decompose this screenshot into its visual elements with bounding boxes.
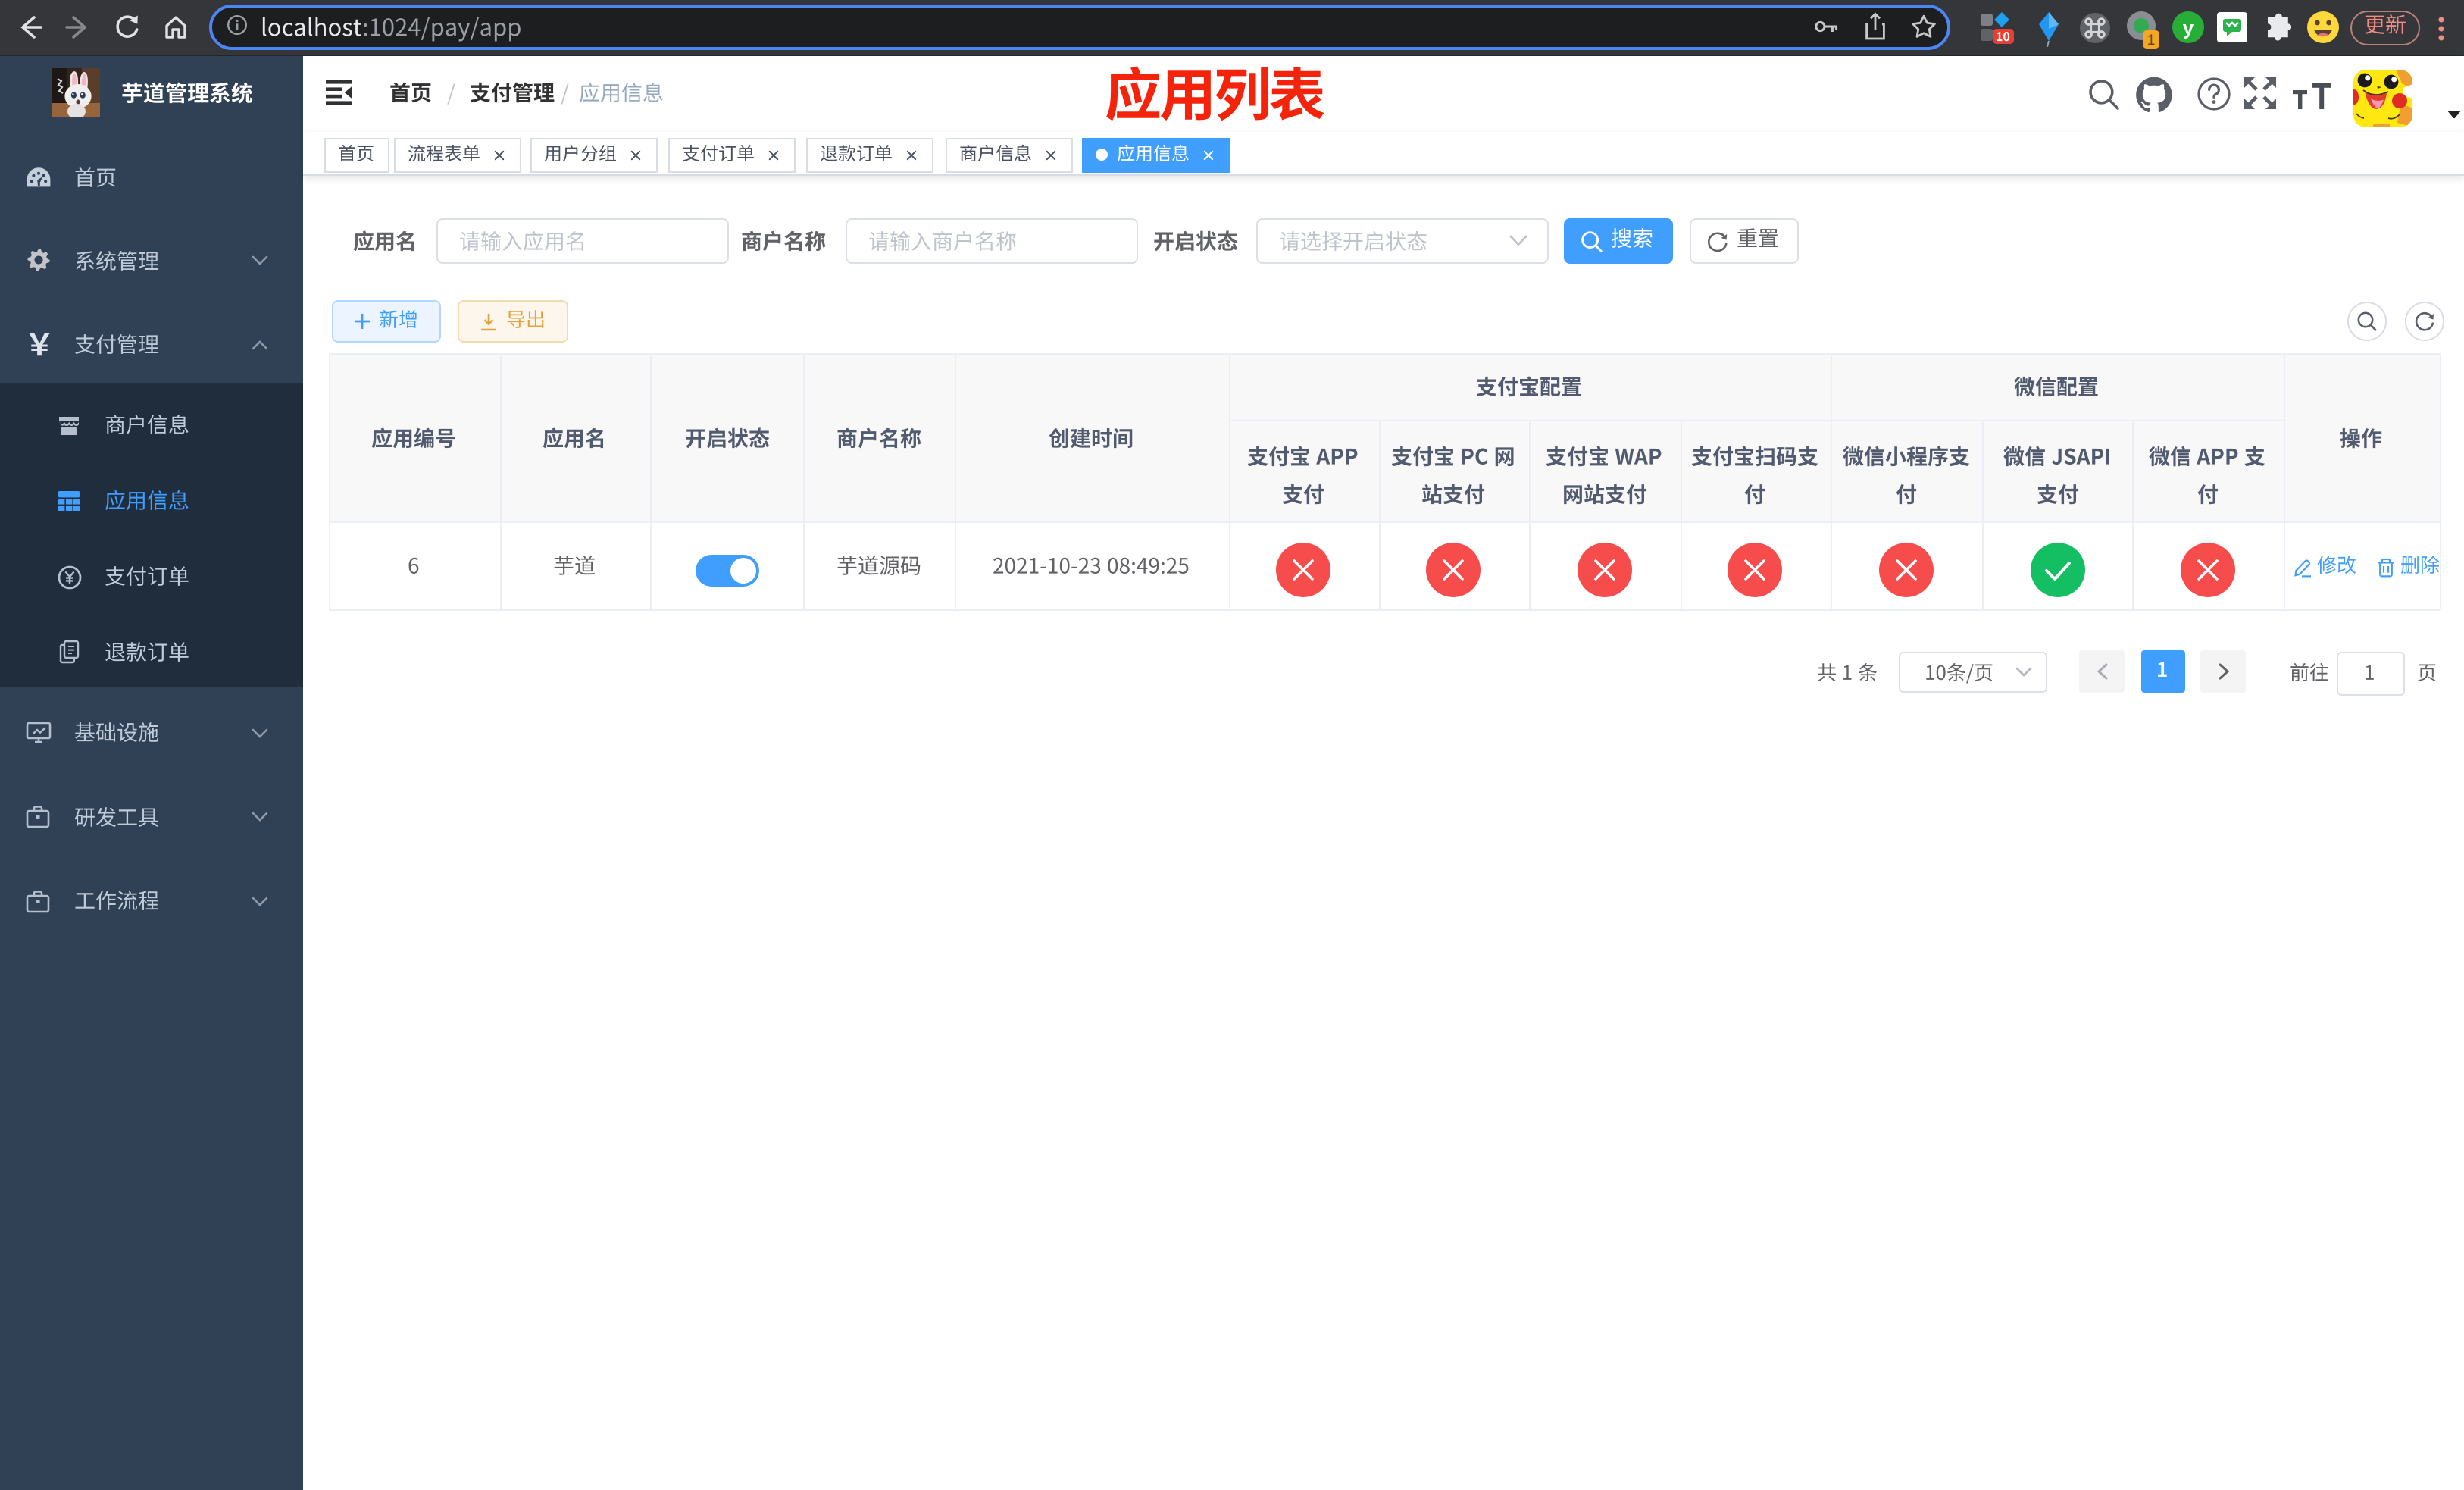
svg-text:1: 1 — [2147, 33, 2156, 49]
svg-text:y: y — [2183, 17, 2194, 39]
